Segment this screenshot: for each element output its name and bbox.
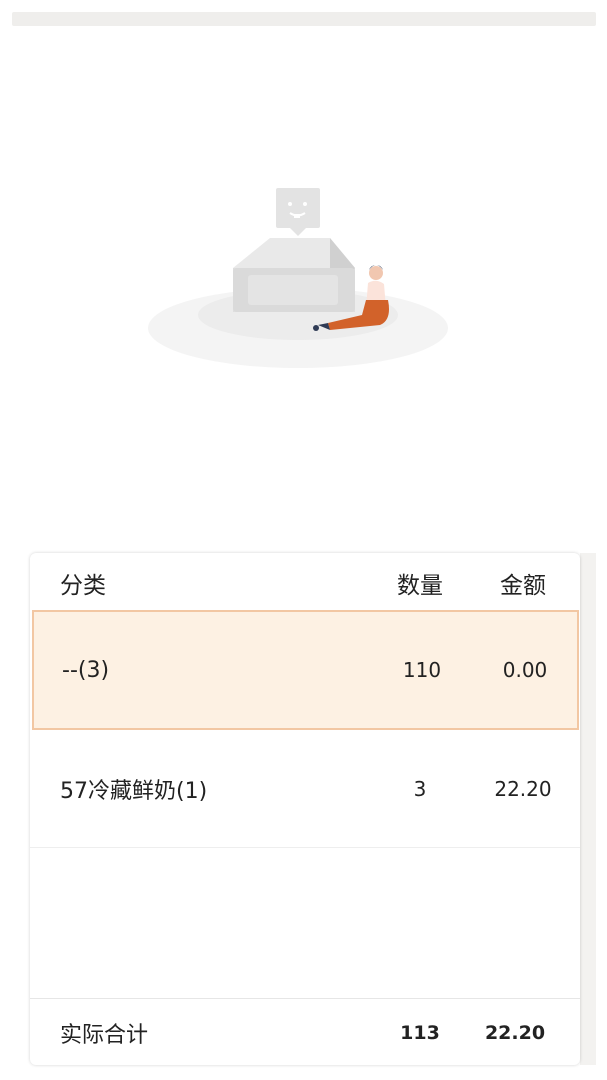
top-bar	[12, 12, 596, 26]
row-quantity: 3	[413, 776, 427, 801]
table-empty-space	[30, 849, 580, 999]
total-quantity: 113	[400, 1021, 440, 1044]
category-summary-table: 分类 数量 金额 --(3) 110 0.00 57冷藏鲜奶(1) 3 22.2…	[30, 553, 580, 1065]
header-quantity: 数量	[397, 573, 443, 599]
box-robot-icon	[276, 188, 320, 236]
row-category: --(3)	[62, 657, 110, 683]
row-amount: 0.00	[502, 658, 548, 682]
row-category: 57冷藏鲜奶(1)	[60, 778, 208, 804]
empty-state-illustration	[148, 188, 448, 368]
right-panel-edge	[580, 553, 596, 1065]
table-header-row: 分类 数量 金额	[30, 553, 580, 613]
row-amount: 22.20	[494, 776, 552, 801]
page: 分类 数量 金额 --(3) 110 0.00 57冷藏鲜奶(1) 3 22.2…	[0, 0, 607, 1080]
open-box-icon	[233, 238, 355, 312]
table-row-selected[interactable]: --(3) 110 0.00	[32, 610, 579, 730]
table-total-row: 实际合计 113 22.20	[30, 1000, 580, 1065]
total-label: 实际合计	[60, 1022, 149, 1048]
row-quantity: 110	[402, 658, 442, 682]
total-amount: 22.20	[484, 1021, 546, 1044]
header-amount: 金额	[500, 573, 546, 599]
header-category: 分类	[60, 573, 106, 599]
table-row[interactable]: 57冷藏鲜奶(1) 3 22.20	[30, 730, 580, 848]
